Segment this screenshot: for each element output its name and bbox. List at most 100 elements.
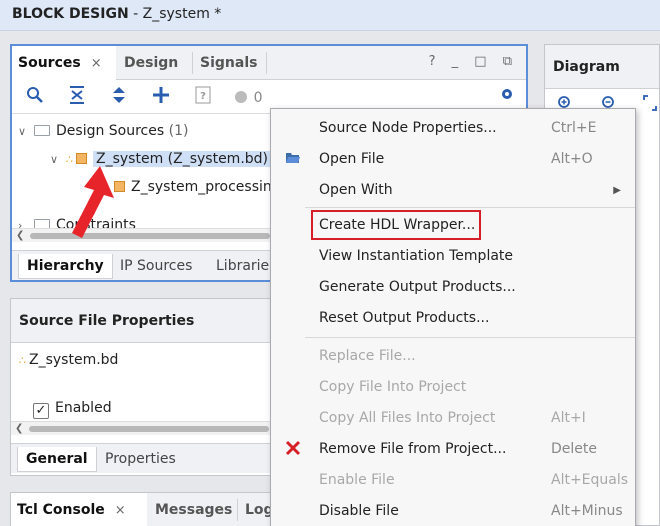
sources-tabbar: Sources × Design Signals ? _ □ ⧉	[12, 46, 526, 81]
tab-close-icon[interactable]: ×	[91, 56, 102, 71]
annotation-arrow	[72, 166, 114, 238]
menu-item-label: Disable File	[319, 503, 399, 519]
enabled-row[interactable]: ✓ Enabled	[33, 395, 112, 421]
menu-item-label: Open File	[319, 151, 385, 167]
block-design-icon	[76, 153, 87, 164]
tab-close-icon[interactable]: ×	[115, 503, 126, 518]
design-sources-label: Design Sources	[56, 123, 165, 139]
status-count: 0	[253, 90, 263, 106]
panel-window-buttons[interactable]: ? _ □ ⧉	[429, 54, 518, 69]
hierarchy-dots-icon: ∴	[19, 354, 26, 367]
status-dot-icon: 0	[234, 86, 274, 108]
menu-item-generate-output-products[interactable]: Generate Output Products...	[271, 272, 635, 303]
fit-view-icon[interactable]	[643, 95, 657, 115]
diagram-title: Diagram	[545, 45, 659, 89]
menu-item-replace-file[interactable]: Replace File...	[271, 341, 635, 372]
tcl-console-panel: Tcl Console × Messages Log	[10, 492, 310, 526]
menu-item-label: Remove File from Project...	[319, 441, 507, 457]
chevron-down-icon[interactable]: ∨	[50, 147, 66, 173]
menu-item-shortcut: Delete	[551, 441, 597, 457]
tab-messages-label: Messages	[155, 502, 233, 518]
tab-ip-sources-label: IP Sources	[120, 258, 193, 274]
tree-row-z-system-processing[interactable]: Z_system_processing	[114, 174, 281, 200]
design-sources-count: (1)	[168, 123, 189, 139]
tab-signals-label: Signals	[200, 55, 258, 71]
horizontal-scrollbar[interactable]: ❮	[11, 421, 309, 435]
menu-item-source-node-properties[interactable]: Source Node Properties... Ctrl+E	[271, 113, 635, 144]
menu-item-label: Enable File	[319, 472, 395, 488]
context-menu: Source Node Properties... Ctrl+E Open Fi…	[270, 108, 636, 526]
menu-item-label: View Instantiation Template	[319, 248, 514, 264]
window-title-rest: - Z_system *	[128, 6, 222, 22]
tab-separator	[192, 52, 193, 74]
tab-libraries-label: Librarie	[216, 258, 270, 274]
menu-item-shortcut: Ctrl+E	[551, 120, 597, 136]
tab-hierarchy[interactable]: Hierarchy	[18, 254, 113, 279]
tab-general[interactable]: General	[17, 447, 97, 472]
tab-properties-label: Properties	[105, 451, 176, 467]
tab-messages[interactable]: Messages	[149, 493, 238, 526]
tab-separator	[266, 52, 267, 74]
menu-item-label: Reset Output Products...	[319, 310, 490, 326]
menu-item-remove-file-from-project[interactable]: Remove File from Project... Delete	[271, 434, 635, 465]
menu-item-create-hdl-wrapper[interactable]: Create HDL Wrapper...	[271, 210, 635, 241]
chevron-down-icon[interactable]: ∨	[18, 119, 34, 145]
menu-item-shortcut: Alt+I	[551, 410, 586, 426]
tab-properties[interactable]: Properties	[97, 447, 184, 472]
menu-item-label: Source Node Properties...	[319, 120, 497, 136]
menu-item-reset-output-products[interactable]: Reset Output Products...	[271, 303, 635, 334]
menu-item-label: Create HDL Wrapper...	[319, 217, 476, 233]
tab-design-label: Design	[124, 55, 179, 71]
tab-libraries[interactable]: Librarie	[208, 254, 277, 279]
file-name-row: ∴ Z_system.bd	[19, 347, 118, 373]
svg-text:?: ?	[200, 91, 206, 102]
submenu-arrow-icon: ▶	[613, 185, 621, 196]
scrollbar-thumb[interactable]	[30, 233, 270, 239]
menu-item-shortcut: Alt+Equals	[551, 472, 629, 488]
z-system-label: Z_system (Z_system.bd)	[93, 151, 272, 167]
tab-signals[interactable]: Signals	[194, 46, 263, 80]
tab-sources[interactable]: Sources ×	[12, 46, 116, 81]
enabled-checkbox[interactable]: ✓	[33, 403, 49, 419]
menu-item-label: Generate Output Products...	[319, 279, 516, 295]
window-title-bold: BLOCK DESIGN	[12, 6, 129, 22]
menu-item-disable-file[interactable]: Disable File Alt+Minus	[271, 496, 635, 526]
tree-row-design-sources[interactable]: ∨ Design Sources (1)	[18, 118, 188, 144]
delete-x-icon	[284, 434, 302, 465]
menu-item-shortcut: Alt+Minus	[551, 503, 623, 519]
menu-item-enable-file[interactable]: Enable File Alt+Equals	[271, 465, 635, 496]
gear-icon[interactable]	[496, 86, 518, 108]
menu-item-copy-all-files-into-project[interactable]: Copy All Files Into Project Alt+I	[271, 403, 635, 434]
file-name: Z_system.bd	[29, 352, 119, 368]
collapse-all-icon[interactable]	[66, 86, 88, 108]
tab-general-label: General	[26, 451, 88, 467]
scroll-left-icon[interactable]: ❮	[16, 229, 24, 243]
menu-item-view-instantiation-template[interactable]: View Instantiation Template	[271, 241, 635, 272]
search-icon[interactable]	[24, 86, 46, 108]
expand-all-icon[interactable]	[108, 86, 130, 108]
menu-separator	[305, 207, 635, 208]
folder-open-icon	[284, 144, 302, 175]
menu-item-copy-file-into-project[interactable]: Copy File Into Project	[271, 372, 635, 403]
tab-ip-sources[interactable]: IP Sources	[112, 254, 200, 279]
source-file-properties-panel: Source File Properties ∴ Z_system.bd ✓ Ena…	[10, 298, 310, 476]
tab-hierarchy-label: Hierarchy	[27, 258, 104, 274]
window-title-bar: BLOCK DESIGN - Z_system *	[0, 0, 660, 31]
menu-item-label: Copy All Files Into Project	[319, 410, 496, 426]
properties-icon[interactable]: ?	[192, 86, 214, 108]
z-system-processing-label: Z_system_processing	[131, 179, 281, 195]
scroll-left-icon[interactable]: ❮	[15, 422, 23, 436]
menu-item-shortcut: Alt+O	[551, 151, 593, 167]
tab-tcl-console[interactable]: Tcl Console ×	[11, 493, 147, 526]
menu-separator	[305, 337, 635, 338]
scrollbar-thumb[interactable]	[29, 426, 269, 432]
source-file-properties-title: Source File Properties	[11, 299, 309, 343]
tab-design[interactable]: Design	[118, 46, 184, 80]
enabled-label: Enabled	[55, 400, 112, 416]
add-icon[interactable]	[150, 86, 172, 108]
menu-item-open-file[interactable]: Open File Alt+O	[271, 144, 635, 175]
menu-item-open-with[interactable]: Open With ▶	[271, 175, 635, 206]
menu-item-label: Copy File Into Project	[319, 379, 467, 395]
tab-sources-label: Sources	[18, 55, 81, 71]
menu-item-label: Replace File...	[319, 348, 416, 364]
